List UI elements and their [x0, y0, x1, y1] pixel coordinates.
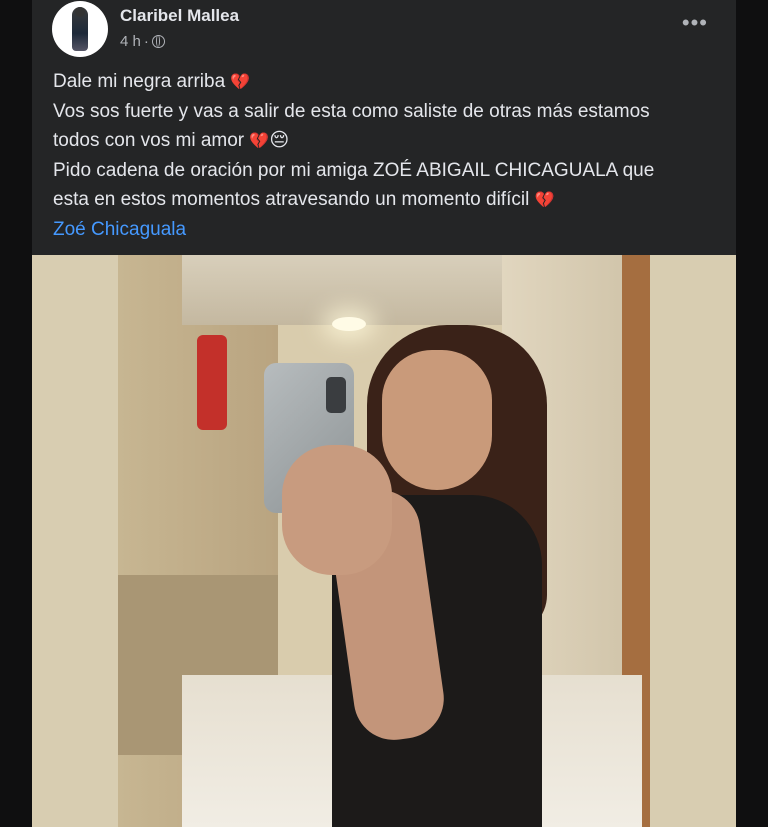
ceiling-light	[332, 317, 366, 331]
post-text: Dale mi negra arriba 💔 Vos sos fuerte y …	[53, 67, 723, 244]
photo-padding-left	[32, 255, 118, 827]
post-line-4: Pido cadena de oración por mi amiga ZOÉ …	[53, 160, 655, 181]
broken-heart-emoji: 💔	[230, 74, 251, 91]
phone-camera	[326, 377, 346, 413]
tagged-person-link[interactable]: Zoé Chicaguala	[53, 215, 723, 244]
facebook-post: Claribel Mallea 4 h · ••• Dale mi negra …	[32, 0, 736, 827]
post-line-2: Vos sos fuerte y vas a salir de esta com…	[53, 101, 650, 122]
more-options-icon[interactable]: •••	[682, 10, 708, 36]
post-header: Claribel Mallea 4 h · •••	[52, 0, 736, 62]
person-hand	[282, 445, 392, 575]
meta-separator: ·	[143, 33, 149, 50]
author-avatar[interactable]	[52, 1, 108, 57]
post-meta: 4 h ·	[120, 33, 165, 50]
fire-extinguisher	[197, 335, 227, 430]
author-name[interactable]: Claribel Mallea	[120, 6, 239, 26]
post-line-1: Dale mi negra arriba 💔	[53, 67, 723, 97]
avatar-head	[75, 7, 85, 17]
sad-face-emoji: 😔	[269, 130, 290, 151]
post-line-3: todos con vos mi amor 💔😔	[53, 126, 723, 156]
person-face	[382, 350, 492, 490]
post-line-5: esta en estos momentos atravesando un mo…	[53, 185, 723, 215]
globe-icon	[151, 35, 165, 48]
broken-heart-emoji: 💔	[249, 133, 270, 150]
post-photo[interactable]	[32, 255, 736, 827]
post-time[interactable]: 4 h	[120, 33, 141, 50]
broken-heart-emoji: 💔	[534, 192, 555, 209]
photo-padding-right	[650, 255, 736, 827]
